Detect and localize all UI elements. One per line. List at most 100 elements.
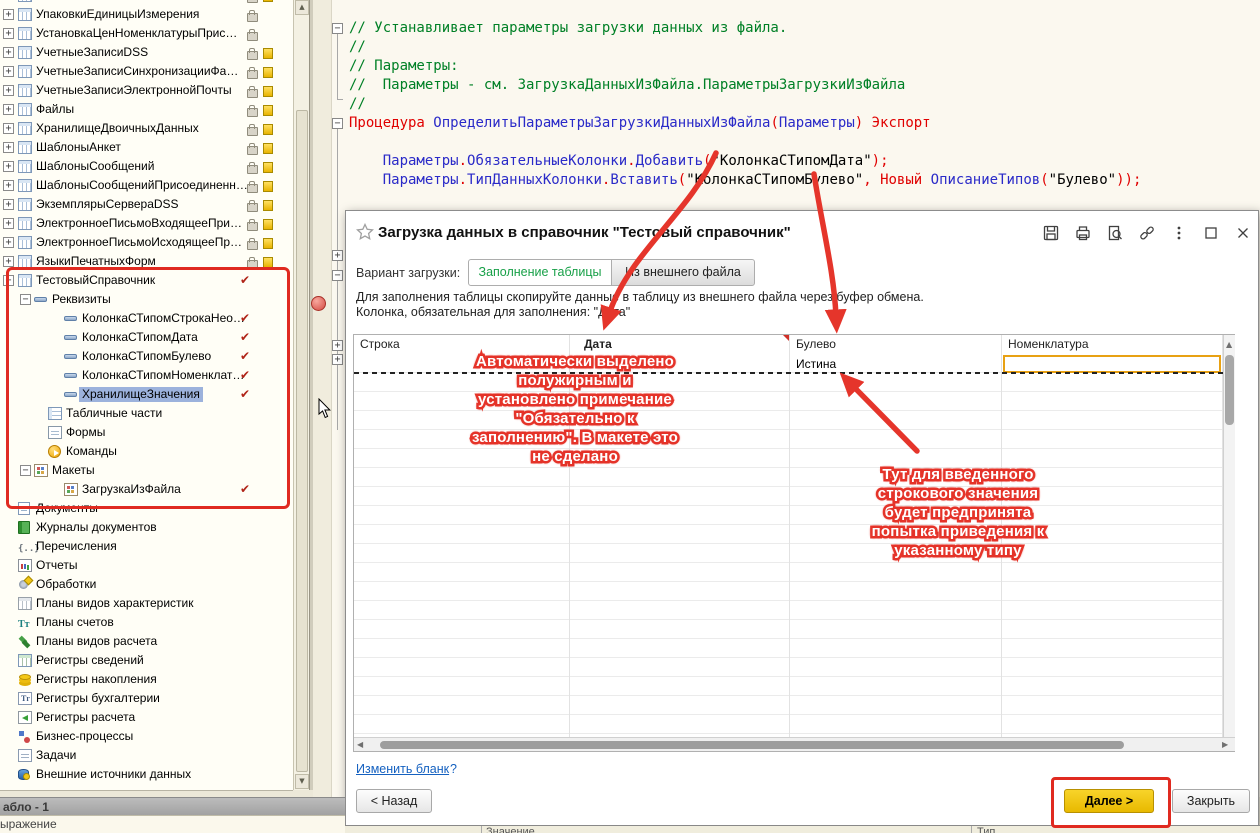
- close-button[interactable]: Закрыть: [1172, 789, 1250, 813]
- scroll-left-icon[interactable]: ◀: [357, 738, 363, 751]
- expand-icon[interactable]: +: [3, 66, 14, 77]
- tree-item[interactable]: Регистры расчета: [0, 708, 293, 727]
- tree-item[interactable]: +ШаблоныАнкет: [0, 138, 293, 157]
- tree-item[interactable]: Регистры бухгалтерии: [0, 689, 293, 708]
- expand-icon[interactable]: +: [3, 104, 14, 115]
- tree-item[interactable]: + ЯзыкиПечатныхФорм: [0, 252, 293, 271]
- breakpoint-gutter[interactable]: [313, 0, 332, 797]
- tree-item[interactable]: Внешние источники данных: [0, 765, 293, 784]
- code-line[interactable]: //: [349, 95, 1141, 114]
- tree-item-label[interactable]: Задачи: [33, 748, 79, 763]
- table-header[interactable]: СтрокаДатаБулевоНоменклатура: [354, 335, 1223, 355]
- code-line[interactable]: Параметры.ТипДанныхКолонки.Вставить("Кол…: [349, 171, 1141, 190]
- tree-item-label[interactable]: УпаковкиЕдиницыИзмерения: [33, 7, 202, 22]
- tree-item-label[interactable]: УчетныеЗаписиЭлектроннойПочты: [33, 83, 235, 98]
- tree-item-label[interactable]: ЭлектронноеПисьмоВходящееПри…: [33, 216, 245, 231]
- code-line[interactable]: // Параметры:: [349, 57, 1141, 76]
- code-line[interactable]: Параметры.ОбязательныеКолонки.Добавить("…: [349, 152, 1141, 171]
- tree-item-label[interactable]: ЗагрузкаИзФайла: [79, 482, 184, 497]
- collapse-icon[interactable]: −: [3, 275, 14, 286]
- tree-item-label[interactable]: ЭлектронноеПисьмоИсходящееПр…: [33, 235, 245, 250]
- tree-item[interactable]: +УчетныеЗаписиЭлектроннойПочты: [0, 81, 293, 100]
- tree-item-label[interactable]: КолонкаСТипомСтрокаНео…: [79, 311, 248, 326]
- tree-item[interactable]: КолонкаСТипомБулево✔: [0, 347, 293, 366]
- tree-item-label[interactable]: УчетныеЗаписиDSS: [33, 45, 151, 60]
- tree-item[interactable]: Регистры сведений: [0, 651, 293, 670]
- expand-icon[interactable]: +: [3, 218, 14, 229]
- expand-icon[interactable]: +: [3, 142, 14, 153]
- table-hscrollbar[interactable]: ◀ ▶: [354, 737, 1235, 751]
- fold-expand-icon[interactable]: +: [332, 354, 343, 365]
- tree-item-label[interactable]: Документы: [33, 501, 101, 516]
- tree-item[interactable]: Журналы документов: [0, 518, 293, 537]
- expand-icon[interactable]: +: [3, 47, 14, 58]
- tree-item-label[interactable]: КолонкаСТипомНоменклат…: [79, 368, 247, 383]
- tree-item[interactable]: + ШаблоныСообщенийПрисоединенн…: [0, 176, 293, 195]
- tree-item[interactable]: +УпаковкиЕдиницыИзмерения: [0, 5, 293, 24]
- tree-item-label[interactable]: Отчеты: [33, 558, 80, 573]
- maximize-icon[interactable]: [1202, 224, 1220, 242]
- tree-item[interactable]: ЗагрузкаИзФайла✔: [0, 480, 293, 499]
- tree-item[interactable]: + Файлы: [0, 100, 293, 119]
- fold-expand-icon[interactable]: +: [332, 340, 343, 351]
- tree-item[interactable]: −Реквизиты: [0, 290, 293, 309]
- scroll-down-icon[interactable]: ▼: [295, 774, 309, 789]
- expand-icon[interactable]: +: [3, 123, 14, 134]
- tree-item-label[interactable]: Внешние источники данных: [33, 767, 194, 782]
- tree-item-label[interactable]: Файлы: [33, 102, 77, 117]
- tree-item-label[interactable]: ЭкземплярыСервераDSS: [33, 197, 182, 212]
- tree-item-label[interactable]: Регистры сведений: [33, 653, 147, 668]
- next-button[interactable]: Далее >: [1064, 789, 1154, 813]
- tree-scrollbar[interactable]: ▲ ▼: [293, 0, 309, 790]
- column-header[interactable]: Номенклатура: [1002, 335, 1223, 354]
- expand-icon[interactable]: +: [3, 180, 14, 191]
- tree-item[interactable]: Планы видов расчета: [0, 632, 293, 651]
- tree-item[interactable]: Обработки: [0, 575, 293, 594]
- print-icon[interactable]: [1074, 224, 1092, 242]
- table-vscrollbar[interactable]: ▲: [1223, 335, 1235, 737]
- tree-item-label[interactable]: ЯзыкиПечатныхФорм: [33, 254, 159, 269]
- tree-item-label[interactable]: Планы видов характеристик: [33, 596, 196, 611]
- code-line[interactable]: [349, 133, 1141, 152]
- expand-icon[interactable]: +: [3, 161, 14, 172]
- tree-item-label[interactable]: ТестовыйСправочник: [33, 273, 158, 288]
- tab-from-file[interactable]: Из внешнего файла: [611, 259, 755, 286]
- tree-item-label[interactable]: ШаблоныСообщенийПрисоединенн…: [33, 178, 251, 193]
- fold-collapse-icon[interactable]: −: [332, 118, 343, 129]
- tree-item[interactable]: Планы счетов: [0, 613, 293, 632]
- expand-icon[interactable]: +: [3, 256, 14, 267]
- fold-collapse-icon[interactable]: −: [332, 23, 343, 34]
- tree-item[interactable]: + УчетныеЗаписиDSS: [0, 43, 293, 62]
- tree-item-label[interactable]: Регистры накопления: [33, 672, 160, 687]
- tree-item[interactable]: КолонкаСТипомСтрокаНео…✔: [0, 309, 293, 328]
- favorite-star-icon[interactable]: [356, 223, 374, 246]
- tree-item-label[interactable]: Регистры бухгалтерии: [33, 691, 163, 706]
- more-icon[interactable]: [1170, 224, 1188, 242]
- tree-item-label[interactable]: Макеты: [49, 463, 98, 478]
- save-icon[interactable]: [1042, 224, 1060, 242]
- scroll-up-icon[interactable]: ▲: [1226, 338, 1232, 351]
- tree-item-label[interactable]: Перечисления: [33, 539, 120, 554]
- data-table[interactable]: СтрокаДатаБулевоНоменклатура Истина ▲ ◀ …: [353, 334, 1235, 752]
- expand-icon[interactable]: +: [3, 199, 14, 210]
- expand-icon[interactable]: +: [3, 237, 14, 248]
- tree-item[interactable]: ХранилищеЗначения✔: [0, 385, 293, 404]
- column-header[interactable]: Строка: [354, 335, 570, 354]
- breakpoint-icon[interactable]: [311, 296, 326, 311]
- scroll-up-icon[interactable]: ▲: [295, 0, 309, 15]
- collapse-icon[interactable]: −: [20, 294, 31, 305]
- table-cell-value[interactable]: Истина: [796, 355, 836, 373]
- tree-item[interactable]: +УстановкаЦенНоменклатурыПрис…: [0, 24, 293, 43]
- tree-item[interactable]: + ЭкземплярыСервераDSS: [0, 195, 293, 214]
- tree-item-label[interactable]: Обработки: [33, 577, 99, 592]
- tree-item-label[interactable]: Регистры расчета: [33, 710, 138, 725]
- code-line[interactable]: // Параметры - см. ЗагрузкаДанныхИзФайла…: [349, 76, 1141, 95]
- code-line[interactable]: //: [349, 38, 1141, 57]
- tree-item-label[interactable]: Планы видов расчета: [33, 634, 160, 649]
- tree-item[interactable]: + ЭлектронноеПисьмоВходящееПри…: [0, 214, 293, 233]
- tree-item-label[interactable]: Бизнес-процессы: [33, 729, 136, 744]
- tree-item[interactable]: Перечисления: [0, 537, 293, 556]
- code-line[interactable]: Процедура ОпределитьПараметрыЗагрузкиДан…: [349, 114, 1141, 133]
- tree-scrollbar-thumb[interactable]: [296, 110, 308, 772]
- tree-item-label[interactable]: Формы: [63, 425, 108, 440]
